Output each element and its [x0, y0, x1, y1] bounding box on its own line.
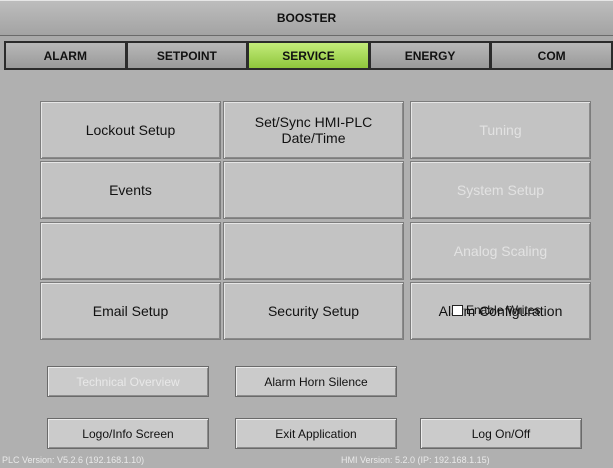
tab-alarm[interactable]: ALARM [4, 41, 126, 70]
logo-info-screen-button[interactable]: Logo/Info Screen [47, 418, 209, 449]
tuning-button[interactable]: Tuning [410, 101, 591, 159]
blank-button-r3c1[interactable] [40, 222, 221, 280]
blank-button-r2c2[interactable] [223, 161, 404, 219]
system-setup-button[interactable]: System Setup [410, 161, 591, 219]
tab-com[interactable]: COM [490, 41, 613, 70]
log-on-off-button[interactable]: Log On/Off [420, 418, 582, 449]
technical-overview-button[interactable]: Technical Overview [47, 366, 209, 397]
enable-writes-checkbox[interactable] [452, 304, 463, 316]
title-bar: BOOSTER [0, 0, 613, 36]
events-button[interactable]: Events [40, 161, 221, 219]
email-setup-button[interactable]: Email Setup [40, 282, 221, 340]
tab-bar: ALARM SETPOINT SERVICE ENERGY COM [4, 41, 613, 70]
screen-title: BOOSTER [276, 11, 337, 25]
tab-service[interactable]: SERVICE [247, 41, 369, 70]
tab-setpoint[interactable]: SETPOINT [125, 41, 248, 70]
security-setup-button[interactable]: Security Setup [223, 282, 404, 340]
set-sync-datetime-button[interactable]: Set/Sync HMI-PLC Date/Time [223, 101, 404, 159]
enable-writes-toggle[interactable]: Enable Writes [452, 302, 540, 318]
alarm-horn-silence-button[interactable]: Alarm Horn Silence [235, 366, 397, 397]
service-panel: Lockout Setup Set/Sync HMI-PLC Date/Time… [0, 70, 613, 468]
plc-version-text: PLC Version: V5.2.6 (192.168.1.10) [2, 455, 145, 465]
analog-scaling-button[interactable]: Analog Scaling [410, 222, 591, 280]
tab-energy[interactable]: ENERGY [368, 41, 491, 70]
exit-application-button[interactable]: Exit Application [235, 418, 397, 449]
enable-writes-label: Enable Writes [466, 303, 541, 317]
blank-button-r3c2[interactable] [223, 222, 404, 280]
lockout-setup-button[interactable]: Lockout Setup [40, 101, 221, 159]
hmi-version-text: HMI Version: 5.2.0 (IP: 192.168.1.15) [341, 455, 490, 465]
